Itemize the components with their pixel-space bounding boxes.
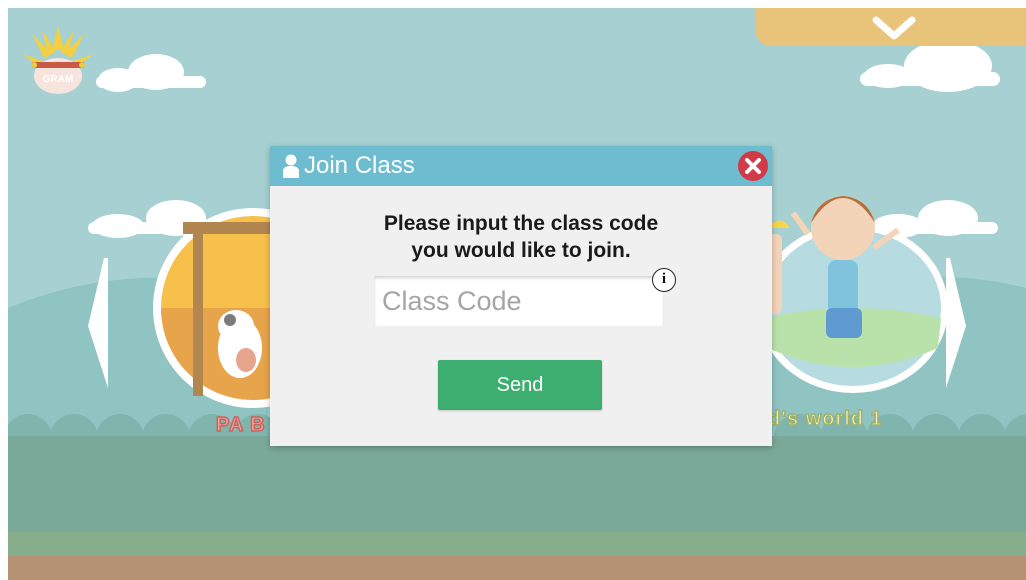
user-icon [283,154,299,178]
logo-icon: GRAM [22,26,94,94]
book-title-right[interactable]: d's world 1 [767,407,883,431]
close-icon[interactable] [737,150,769,182]
menu-toggle-button[interactable] [756,8,1026,46]
cloud [96,54,206,92]
chevron-down-icon [872,16,916,40]
class-code-input[interactable] [374,276,664,326]
game-screen: GRAM PA B d's world 1 Join Class Please … [8,8,1026,580]
send-button[interactable]: Send [438,360,602,410]
cloud [860,40,1000,92]
logo-text: GRAM [43,74,74,85]
join-class-dialog: Join Class Please input the class code y… [270,146,772,446]
book-title-left[interactable]: PA B [215,413,266,437]
info-icon[interactable]: i [652,268,676,292]
dialog-header: Join Class [270,146,772,186]
dialog-title: Join Class [304,152,415,179]
dialog-message: Please input the class code you would li… [383,212,659,262]
